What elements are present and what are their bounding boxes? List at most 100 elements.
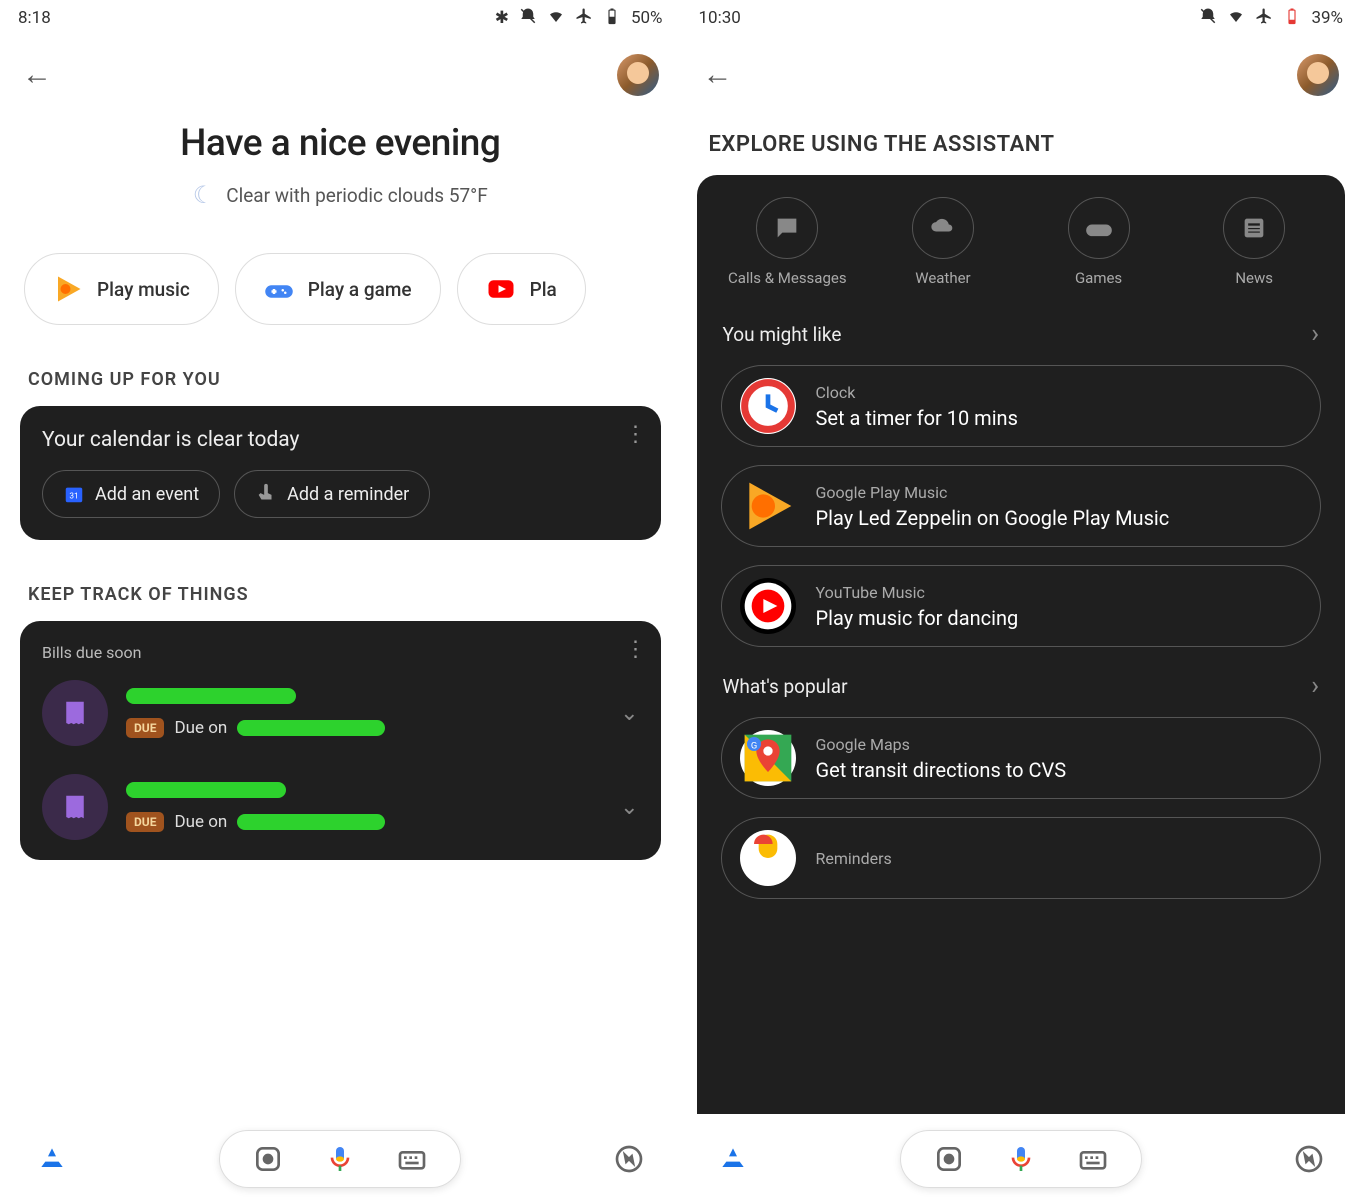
gamepad-icon — [264, 274, 294, 304]
screen-left: 8:18 ✱ 50% ← Have a nice evening ☾ Clear… — [0, 0, 681, 1204]
dnd-icon — [519, 7, 537, 30]
bill-item[interactable]: DUE Due on ⌄ — [42, 666, 639, 760]
status-icons: 39% — [1199, 7, 1343, 30]
gamepad-icon — [1085, 214, 1113, 242]
keyboard-icon[interactable] — [396, 1143, 428, 1175]
chevron-down-icon[interactable]: ⌄ — [620, 701, 638, 726]
mic-icon[interactable] — [1005, 1143, 1037, 1175]
app-name: Google Play Music — [816, 483, 1170, 502]
status-bar: 8:18 ✱ 50% — [0, 0, 681, 36]
receipt-icon — [42, 774, 108, 840]
airplane-icon — [1255, 7, 1273, 30]
battery-pct: 50% — [631, 8, 663, 28]
redacted-text — [237, 814, 385, 830]
due-badge: DUE — [126, 812, 164, 832]
receipt-icon — [42, 680, 108, 746]
chat-icon — [773, 214, 801, 242]
chevron-right-icon[interactable]: › — [1311, 319, 1319, 349]
cat-label: Calls & Messages — [728, 269, 847, 287]
assistant-pill — [900, 1130, 1142, 1188]
lens-icon[interactable] — [252, 1143, 284, 1175]
add-reminder-button[interactable]: Add a reminder — [234, 470, 430, 518]
due-prefix: Due on — [174, 718, 227, 738]
cat-label: Games — [1075, 269, 1122, 287]
category-calls[interactable]: Calls & Messages — [715, 197, 861, 287]
back-button[interactable]: ← — [22, 60, 52, 90]
redacted-text — [237, 720, 385, 736]
calendar-card-title: Your calendar is clear today — [42, 428, 639, 452]
sub-heading: What's popular — [723, 675, 848, 698]
updates-icon[interactable] — [36, 1143, 68, 1175]
add-event-button[interactable]: 31 Add an event — [42, 470, 220, 518]
moon-icon: ☾ — [193, 181, 215, 209]
whats-popular-row[interactable]: What's popular › — [715, 665, 1328, 717]
suggestion-yt-music[interactable]: YouTube Music Play music for dancing — [721, 565, 1322, 647]
mic-icon[interactable] — [324, 1143, 356, 1175]
chip-label: Pla — [530, 278, 557, 301]
section-coming-up: COMING UP FOR YOU — [0, 345, 681, 406]
keyboard-icon[interactable] — [1077, 1143, 1109, 1175]
suggestion-cmd: Play Led Zeppelin on Google Play Music — [816, 506, 1170, 530]
card-menu-button[interactable]: ⋮ — [625, 639, 647, 661]
battery-pct: 39% — [1311, 8, 1343, 28]
suggestion-reminders[interactable]: Reminders — [721, 817, 1322, 899]
card-menu-button[interactable]: ⋮ — [625, 424, 647, 446]
cloud-icon — [929, 214, 957, 242]
cat-label: News — [1235, 269, 1273, 287]
battery-low-icon — [1283, 7, 1301, 30]
explore-icon[interactable] — [613, 1143, 645, 1175]
yt-music-icon — [740, 578, 796, 634]
redacted-text — [126, 688, 296, 704]
suggestion-maps[interactable]: G Google Maps Get transit directions to … — [721, 717, 1322, 799]
section-keep-track: KEEP TRACK OF THINGS — [0, 560, 681, 621]
app-name: Reminders — [816, 849, 892, 868]
chip-play-music[interactable]: Play music — [24, 253, 219, 325]
suggestion-clock[interactable]: Clock Set a timer for 10 mins — [721, 365, 1322, 447]
chevron-down-icon[interactable]: ⌄ — [620, 795, 638, 820]
due-badge: DUE — [126, 718, 164, 738]
play-music-icon — [53, 274, 83, 304]
avatar[interactable] — [617, 54, 659, 96]
weather-text: Clear with periodic clouds 57°F — [226, 184, 488, 207]
suggestion-play-music[interactable]: Google Play Music Play Led Zeppelin on G… — [721, 465, 1322, 547]
header: ← — [0, 36, 681, 102]
due-prefix: Due on — [174, 812, 227, 832]
youtube-icon — [486, 274, 516, 304]
wifi-icon — [1227, 7, 1245, 30]
chip-play-game[interactable]: Play a game — [235, 253, 441, 325]
greeting-title: Have a nice evening — [20, 122, 661, 165]
dnd-icon — [1199, 7, 1217, 30]
battery-icon — [603, 7, 621, 30]
calendar-icon: 31 — [63, 483, 85, 505]
explore-card: Calls & Messages Weather Games News You … — [697, 175, 1346, 1114]
you-might-like-row[interactable]: You might like › — [715, 313, 1328, 365]
updates-icon[interactable] — [717, 1143, 749, 1175]
svg-text:31: 31 — [69, 492, 78, 502]
bill-body: DUE Due on — [126, 688, 602, 738]
status-bar: 10:30 39% — [681, 0, 1361, 36]
screen-right: 10:30 39% ← EXPLORE USING THE ASSISTANT … — [681, 0, 1361, 1204]
status-time: 8:18 — [18, 8, 51, 28]
status-time: 10:30 — [699, 8, 741, 28]
explore-icon[interactable] — [1293, 1143, 1325, 1175]
bill-item[interactable]: DUE Due on ⌄ — [42, 760, 639, 854]
category-games[interactable]: Games — [1026, 197, 1172, 287]
avatar[interactable] — [1297, 54, 1339, 96]
redacted-text — [126, 782, 286, 798]
calendar-card: ⋮ Your calendar is clear today 31 Add an… — [20, 406, 661, 540]
finger-icon — [255, 483, 277, 505]
category-weather[interactable]: Weather — [870, 197, 1016, 287]
cat-label: Weather — [915, 269, 970, 287]
bill-body: DUE Due on — [126, 782, 602, 832]
status-icons: ✱ 50% — [495, 7, 663, 30]
back-button[interactable]: ← — [703, 60, 733, 90]
lens-icon[interactable] — [933, 1143, 965, 1175]
bills-card: ⋮ Bills due soon DUE Due on ⌄ — [20, 621, 661, 860]
category-news[interactable]: News — [1181, 197, 1327, 287]
weather-row: ☾ Clear with periodic clouds 57°F — [20, 181, 661, 209]
clock-icon — [740, 378, 796, 434]
maps-icon: G — [740, 730, 796, 786]
chip-youtube[interactable]: Pla — [457, 253, 586, 325]
bills-card-title: Bills due soon — [42, 643, 639, 662]
chevron-right-icon[interactable]: › — [1311, 671, 1319, 701]
